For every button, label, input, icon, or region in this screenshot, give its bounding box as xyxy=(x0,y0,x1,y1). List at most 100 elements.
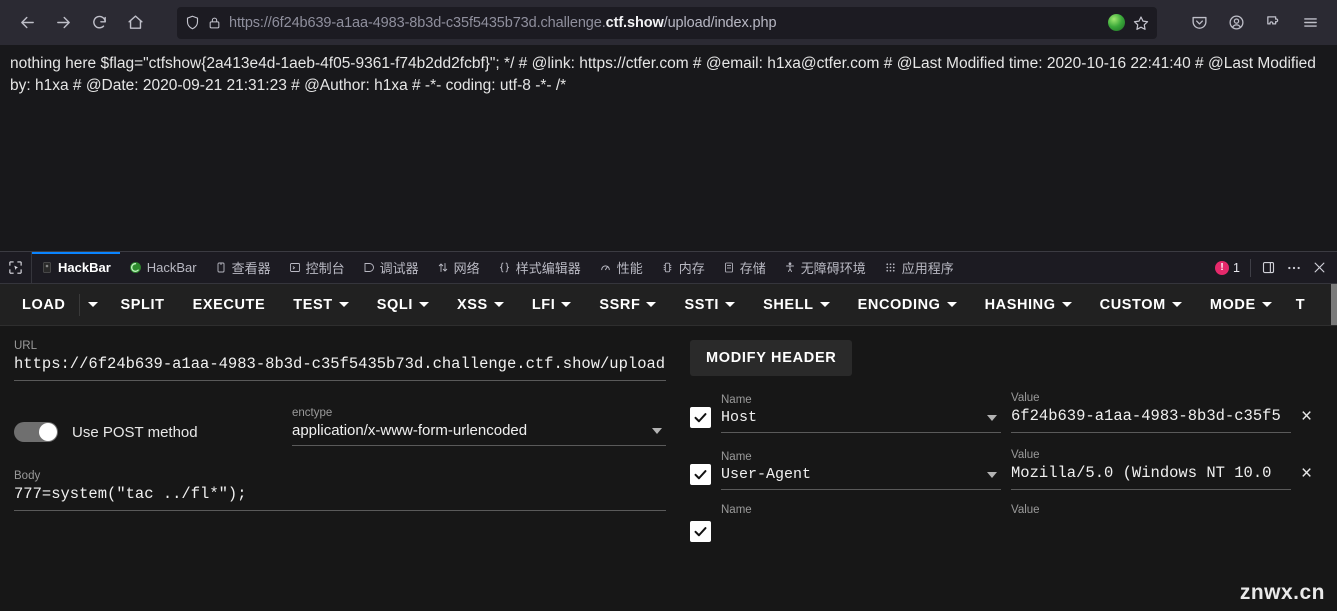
hackbar-menu-hashing[interactable]: HASHING xyxy=(971,284,1086,325)
header-value-input[interactable]: 6f24b639-a1aa-4983-8b3d-c35f5 xyxy=(1011,407,1291,433)
performance-icon xyxy=(599,261,612,274)
devtools-tab-hackbar-1[interactable]: HackBar xyxy=(32,252,120,283)
more-options-icon[interactable] xyxy=(1286,260,1302,276)
chevron-down-icon xyxy=(725,302,736,307)
devtools-tab-accessibility[interactable]: 无障碍环境 xyxy=(775,252,875,283)
header-name-select[interactable]: User-Agent xyxy=(721,466,1001,490)
app-menu-icon[interactable] xyxy=(1293,6,1327,40)
chevron-down-icon xyxy=(1171,302,1182,307)
translate-globe-icon[interactable] xyxy=(1108,14,1125,31)
devtools-tab-style-editor[interactable]: 样式编辑器 xyxy=(489,252,590,283)
error-icon: ! xyxy=(1215,260,1230,275)
inspector-icon xyxy=(215,261,227,274)
devtools-tab-label: 性能 xyxy=(616,261,643,276)
url-text[interactable]: https://6f24b639-a1aa-4983-8b3d-c35f5435… xyxy=(229,15,1100,31)
element-picker-icon[interactable] xyxy=(0,252,32,283)
remove-header-button[interactable]: × xyxy=(1301,407,1312,426)
menu-label: SSTI xyxy=(684,296,720,313)
hackbar-menu-split[interactable]: SPLIT xyxy=(106,284,178,325)
extensions-icon[interactable] xyxy=(1256,6,1290,40)
pocket-icon[interactable] xyxy=(1182,6,1216,40)
header-row-partial: Name Value xyxy=(690,504,1327,542)
page-body-text: nothing here $flag="ctfshow{2a413e4d-1ae… xyxy=(10,55,1316,94)
url-input-value: https://6f24b639-a1aa-4983-8b3d-c35f5435… xyxy=(14,355,666,373)
header-enabled-checkbox[interactable] xyxy=(690,521,711,542)
home-button[interactable] xyxy=(118,6,152,40)
modify-header-button[interactable]: MODIFY HEADER xyxy=(690,340,853,376)
hackbar-menu-ssti[interactable]: SSTI xyxy=(670,284,749,325)
url-field-group: URL https://6f24b639-a1aa-4983-8b3d-c35f… xyxy=(14,340,666,381)
post-method-group[interactable]: Use POST method xyxy=(14,422,292,446)
menu-label: ENCODING xyxy=(857,296,941,313)
url-host: ctf.show xyxy=(605,14,664,31)
reload-button[interactable] xyxy=(82,6,116,40)
devtools-tab-debugger[interactable]: 调试器 xyxy=(354,252,428,283)
bookmark-star-icon[interactable] xyxy=(1133,15,1149,31)
devtools-tab-inspector[interactable]: 查看器 xyxy=(206,252,280,283)
enctype-select[interactable]: application/x-www-form-urlencoded xyxy=(292,422,666,446)
hackbar-menu-truncated[interactable]: T xyxy=(1286,284,1315,325)
header-value-input[interactable] xyxy=(1011,521,1291,542)
menu-label: HASHING xyxy=(984,296,1056,313)
hackbar-request-column: URL https://6f24b639-a1aa-4983-8b3d-c35f… xyxy=(0,326,680,611)
devtools-tab-list: HackBar HackBar 查看器 控制台 调试器 网络 样式编辑器 性能 … xyxy=(32,252,1205,283)
header-enabled-checkbox[interactable] xyxy=(690,407,711,428)
hackbar-menu-shell[interactable]: SHELL xyxy=(749,284,844,325)
chevron-down-icon xyxy=(987,471,997,478)
header-value-input[interactable]: Mozilla/5.0 (Windows NT 10.0 xyxy=(1011,464,1291,490)
devtools-tab-application[interactable]: 应用程序 xyxy=(875,252,963,283)
header-name-select[interactable]: Host xyxy=(721,409,1001,433)
hackbar-menu-lfi[interactable]: LFI xyxy=(518,284,586,325)
hackbar-menu-test[interactable]: TEST xyxy=(279,284,362,325)
dock-toggle-icon[interactable] xyxy=(1261,260,1276,275)
header-enabled-checkbox-spacer xyxy=(690,504,711,519)
enctype-field-group: enctype application/x-www-form-urlencode… xyxy=(292,407,666,446)
use-post-method-toggle[interactable] xyxy=(14,422,58,442)
forward-button[interactable] xyxy=(46,6,80,40)
lock-icon[interactable] xyxy=(208,16,221,30)
account-icon[interactable] xyxy=(1219,6,1253,40)
remove-header-button[interactable]: × xyxy=(1301,464,1312,483)
devtools-tab-storage[interactable]: 存储 xyxy=(714,252,775,283)
hackbar-menu-xss[interactable]: XSS xyxy=(443,284,518,325)
hackbar-menu-ssrf[interactable]: SSRF xyxy=(585,284,670,325)
devtools-tab-label: 调试器 xyxy=(379,261,419,276)
url-input[interactable]: https://6f24b639-a1aa-4983-8b3d-c35f5435… xyxy=(14,355,666,381)
hackbar-menu-load[interactable]: LOAD xyxy=(8,284,79,325)
tracking-protection-shield-icon[interactable] xyxy=(185,15,200,30)
chevron-down-icon xyxy=(338,302,349,307)
hackbar-load-dropdown-button[interactable] xyxy=(80,284,106,325)
devtools-tab-performance[interactable]: 性能 xyxy=(590,252,652,283)
devtools-tab-network[interactable]: 网络 xyxy=(428,252,489,283)
menu-label: T xyxy=(1295,296,1306,313)
hackbar-menu-encoding[interactable]: ENCODING xyxy=(844,284,971,325)
devtools-tab-label: 查看器 xyxy=(231,261,271,276)
error-count-label: 1 xyxy=(1233,260,1240,275)
chevron-down-icon xyxy=(646,302,657,307)
menu-label: SSRF xyxy=(599,296,641,313)
hackbar-menubar-scrollbar[interactable] xyxy=(1331,284,1337,325)
devtools-tab-hackbar-2[interactable]: HackBar xyxy=(120,252,206,283)
close-icon[interactable] xyxy=(1312,260,1327,275)
storage-icon xyxy=(723,261,735,274)
hackbar-body: URL https://6f24b639-a1aa-4983-8b3d-c35f… xyxy=(0,326,1337,611)
address-bar[interactable]: https://6f24b639-a1aa-4983-8b3d-c35f5435… xyxy=(177,6,1157,39)
header-name-select[interactable] xyxy=(721,521,1001,542)
devtools-tab-console[interactable]: 控制台 xyxy=(280,252,354,283)
header-enabled-checkbox[interactable] xyxy=(690,464,711,485)
back-button[interactable] xyxy=(10,6,44,40)
body-input[interactable]: 777=system("tac ../fl*"); xyxy=(14,485,666,511)
error-count-badge[interactable]: ! 1 xyxy=(1215,260,1240,275)
hackbar-menu-mode[interactable]: MODE xyxy=(1196,284,1286,325)
hackbar-menu-custom[interactable]: CUSTOM xyxy=(1086,284,1196,325)
devtools-tab-memory[interactable]: 内存 xyxy=(652,252,714,283)
header-name-field-group: Name User-Agent xyxy=(721,451,1001,490)
network-icon xyxy=(437,261,449,274)
devtools-tab-label: 存储 xyxy=(739,261,766,276)
hackbar-menu-execute[interactable]: EXECUTE xyxy=(179,284,280,325)
hackbar-menu-sqli[interactable]: SQLI xyxy=(363,284,443,325)
browser-toolbar: https://6f24b639-a1aa-4983-8b3d-c35f5435… xyxy=(0,0,1337,45)
devtools-tab-label: 控制台 xyxy=(305,261,345,276)
devtools-toolbar-actions: ! 1 xyxy=(1205,252,1337,283)
chevron-down-icon xyxy=(1261,302,1272,307)
